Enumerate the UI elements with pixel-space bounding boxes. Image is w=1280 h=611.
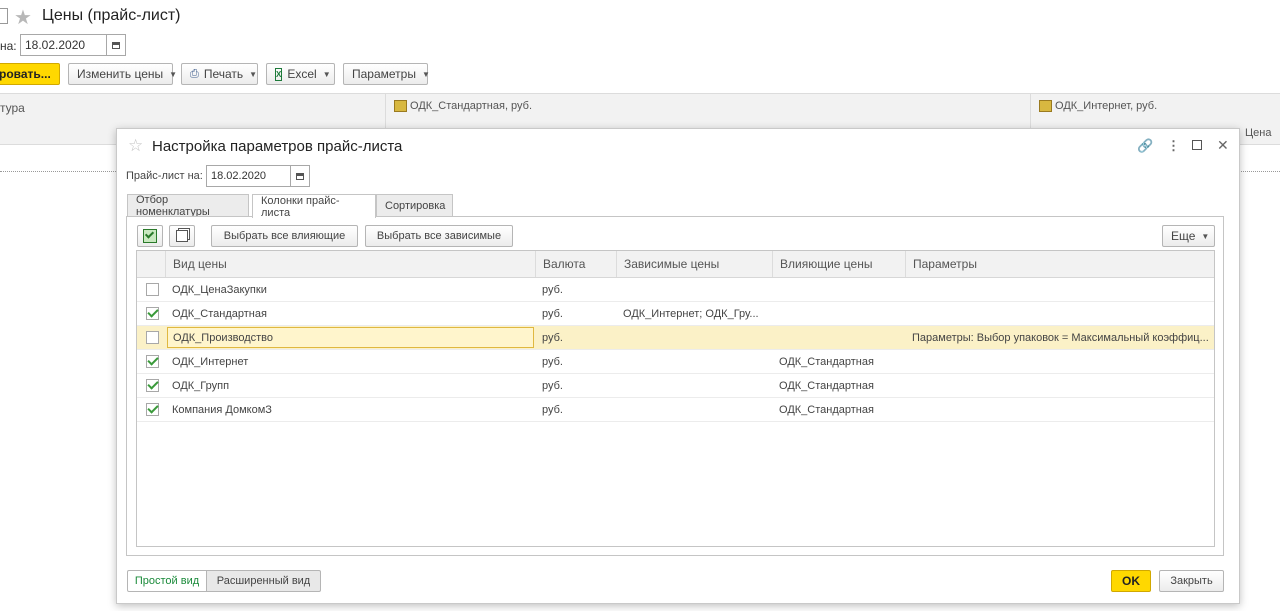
column-header-dependent[interactable]: Зависимые цены <box>616 251 772 277</box>
cell-price-type: ОДК_Стандартная <box>172 308 267 320</box>
dialog-date-label: Прайс-лист на: <box>126 170 203 182</box>
select-all-influencing-button[interactable]: Выбрать все влияющие <box>211 225 358 247</box>
maximize-icon[interactable] <box>1192 140 1202 150</box>
dropdown-caret-icon: ▼ <box>249 69 258 79</box>
price-types-table: Вид цены Валюта Зависимые цены Влияющие … <box>136 250 1215 547</box>
table-row-selected[interactable]: ОДК_Производство руб. Параметры: Выбор у… <box>137 326 1214 350</box>
date-input[interactable]: 18.02.2020 <box>20 34 126 56</box>
cell-currency: руб. <box>542 332 563 344</box>
column-header-params[interactable]: Параметры <box>905 251 1214 277</box>
cell-dependent <box>616 374 772 398</box>
cell-currency: руб. <box>542 284 563 296</box>
excel-button[interactable]: X Excel ▼ <box>266 63 335 85</box>
price-type-icon <box>394 100 407 112</box>
tab-price-list-columns[interactable]: Колонки прайс-листа <box>252 194 376 219</box>
uncheck-all-icon <box>176 230 188 242</box>
row-checkbox[interactable] <box>146 403 159 416</box>
page-title: Цены (прайс-лист) <box>42 7 181 24</box>
calendar-icon[interactable] <box>290 166 309 186</box>
link-icon[interactable]: 🔗 <box>1137 138 1153 154</box>
table-row[interactable]: ОДК_Групп руб. ОДК_Стандартная <box>137 374 1214 398</box>
cell-currency: руб. <box>542 308 563 320</box>
cell-dependent <box>616 350 772 374</box>
more-button[interactable]: Еще ▼ <box>1162 225 1215 247</box>
price-type-icon <box>1039 100 1052 112</box>
list-column-internet: ОДК_Интернет, руб. <box>1055 100 1158 112</box>
dialog-title: Настройка параметров прайс-листа <box>152 138 403 155</box>
cell-price-type: ОДК_Групп <box>172 380 230 392</box>
table-row[interactable]: ОДК_Интернет руб. ОДК_Стандартная <box>137 350 1214 374</box>
list-column-price: Цена <box>1245 127 1272 139</box>
list-column-standard: ОДК_Стандартная, руб. <box>410 100 533 112</box>
column-header-check <box>137 251 165 277</box>
date-label: на: <box>0 39 17 53</box>
column-header-influencing[interactable]: Влияющие цены <box>772 251 905 277</box>
dropdown-caret-icon: ▼ <box>421 69 430 79</box>
excel-icon: X <box>275 67 283 81</box>
cell-influencing <box>772 326 905 350</box>
tab-sorting[interactable]: Сортировка <box>376 194 453 217</box>
dialog-date-value: 18.02.2020 <box>211 170 267 182</box>
extended-view-button[interactable]: Расширенный вид <box>206 570 321 592</box>
cell-params <box>905 398 1210 422</box>
uncheck-all-button[interactable] <box>169 225 195 247</box>
cell-params <box>905 374 1210 398</box>
calendar-icon[interactable] <box>106 35 125 55</box>
print-button[interactable]: ⎙ Печать ▼ <box>181 63 258 85</box>
ok-button[interactable]: OK <box>1111 570 1151 592</box>
cell-influencing: ОДК_Стандартная <box>779 380 874 392</box>
close-icon[interactable]: ✕ <box>1217 137 1229 154</box>
tab-nomenclature-filter[interactable]: Отбор номенклатуры <box>127 194 249 218</box>
dropdown-caret-icon: ▼ <box>1201 231 1210 241</box>
table-header: Вид цены Валюта Зависимые цены Влияющие … <box>137 251 1214 278</box>
cell-dependent <box>616 326 772 350</box>
cell-dependent: ОДК_Интернет; ОДК_Гру... <box>623 308 759 320</box>
cell-influencing: ОДК_Стандартная <box>779 404 874 416</box>
table-row[interactable]: ОДК_ЦенаЗакупки руб. <box>137 278 1214 302</box>
params-button[interactable]: Параметры ▼ <box>343 63 430 85</box>
checkbox-partial[interactable] <box>0 8 8 24</box>
cell-dependent <box>616 278 772 302</box>
check-all-icon <box>143 229 157 243</box>
row-checkbox[interactable] <box>146 283 159 296</box>
cell-dependent <box>616 398 772 422</box>
date-value: 18.02.2020 <box>25 38 86 52</box>
simple-view-button[interactable]: Простой вид <box>127 570 207 592</box>
cell-price-type-editing[interactable]: ОДК_Производство <box>167 327 534 348</box>
select-all-dependent-button[interactable]: Выбрать все зависимые <box>365 225 513 247</box>
cell-params: Параметры: Выбор упаковок = Максимальный… <box>912 332 1209 344</box>
table-row[interactable]: Компания ДомкомЗ руб. ОДК_Стандартная <box>137 398 1214 422</box>
cell-params <box>905 350 1210 374</box>
cell-params <box>905 278 1210 302</box>
cell-currency: руб. <box>542 404 563 416</box>
close-button[interactable]: Закрыть <box>1159 570 1224 592</box>
cell-currency: руб. <box>542 356 563 368</box>
cell-influencing: ОДК_Стандартная <box>779 356 874 368</box>
cell-params <box>905 302 1210 326</box>
cell-price-type: ОДК_Интернет <box>172 356 249 368</box>
cell-price-type: ОДК_ЦенаЗакупки <box>172 284 267 296</box>
change-prices-button[interactable]: Изменить цены ▼ <box>68 63 177 85</box>
table-row[interactable]: ОДК_Стандартная руб. ОДК_Интернет; ОДК_Г… <box>137 302 1214 326</box>
primary-action-button[interactable]: ровать... <box>0 63 60 85</box>
cell-influencing <box>772 278 905 302</box>
row-checkbox[interactable] <box>146 379 159 392</box>
cell-currency: руб. <box>542 380 563 392</box>
favorite-star-icon[interactable]: ☆ <box>128 136 143 156</box>
dialog-date-input[interactable]: 18.02.2020 <box>206 165 310 187</box>
column-header-price-type[interactable]: Вид цены <box>165 251 535 277</box>
column-header-currency[interactable]: Валюта <box>535 251 616 277</box>
check-all-button[interactable] <box>137 225 163 247</box>
printer-icon: ⎙ <box>190 67 199 80</box>
row-checkbox[interactable] <box>146 355 159 368</box>
row-checkbox[interactable] <box>146 307 159 320</box>
list-column-nomenclature: тура <box>0 101 25 115</box>
favorite-star-icon[interactable]: ★ <box>14 5 32 30</box>
cell-price-type: Компания ДомкомЗ <box>172 404 272 416</box>
dropdown-caret-icon: ▼ <box>169 69 178 79</box>
row-checkbox[interactable] <box>146 331 159 344</box>
more-vertical-icon[interactable]: ⋮ <box>1167 138 1180 154</box>
dropdown-caret-icon: ▼ <box>322 69 331 79</box>
cell-influencing <box>772 302 905 326</box>
